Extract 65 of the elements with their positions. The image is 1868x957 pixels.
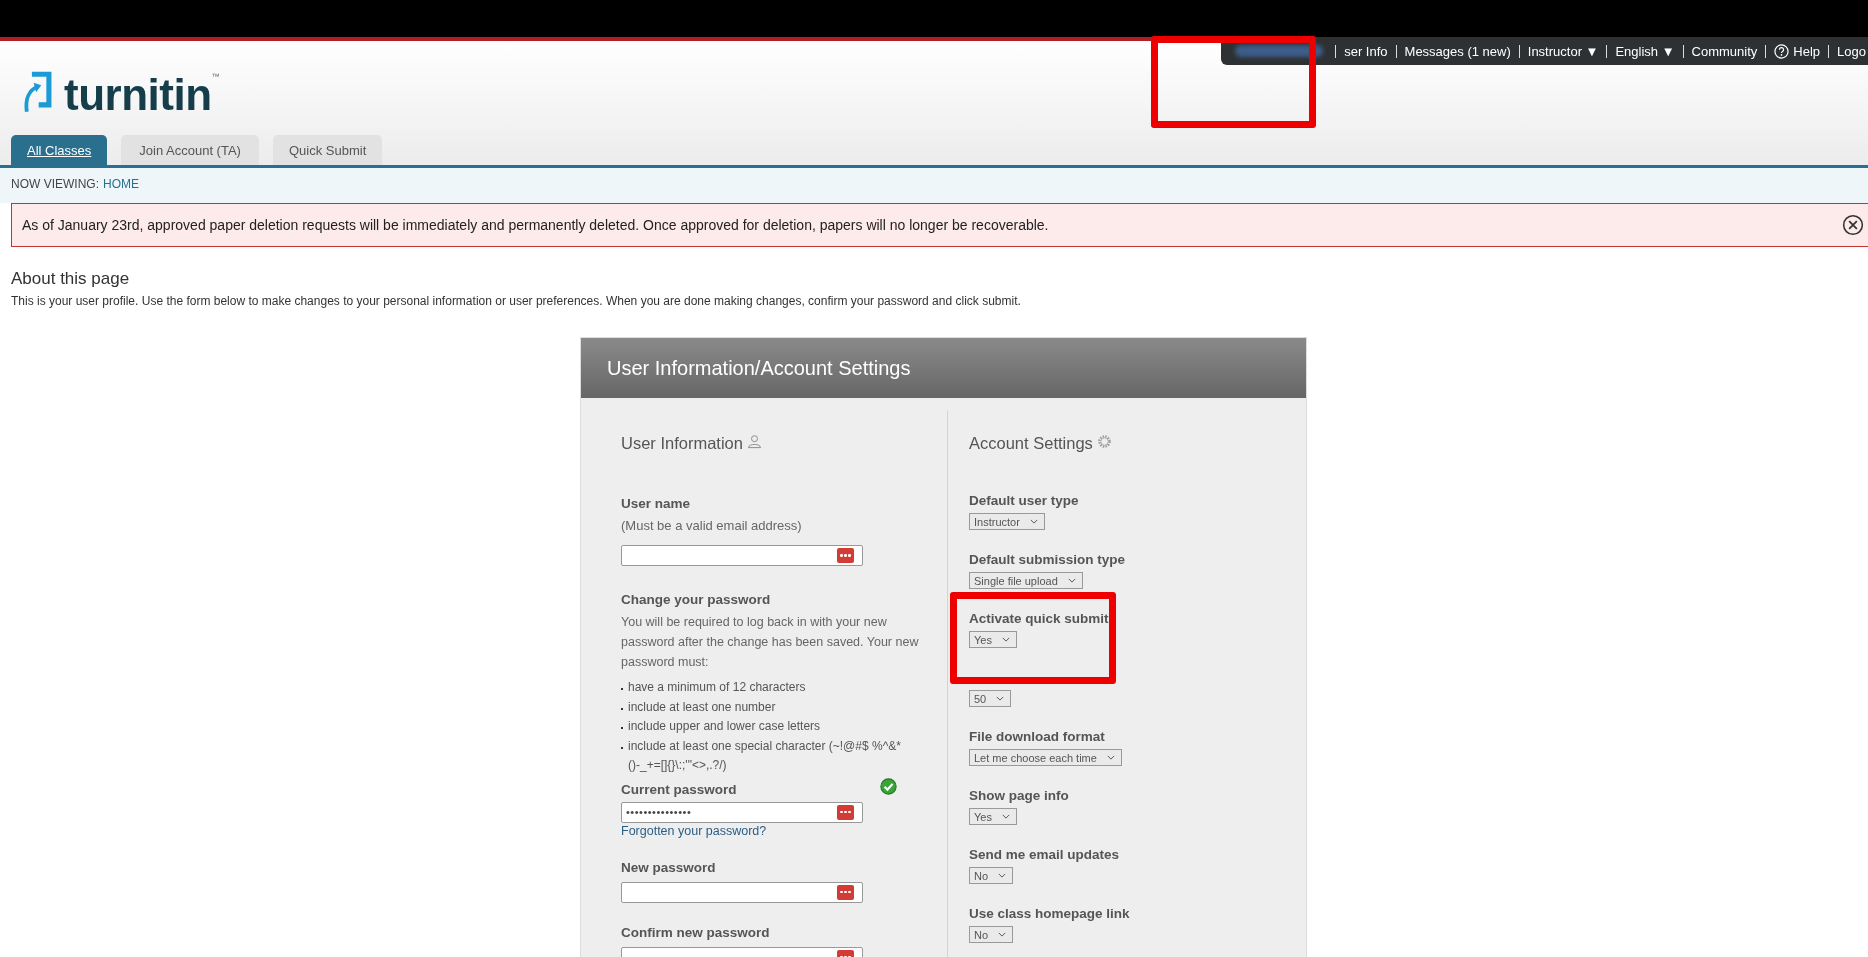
requirement-item: include upper and lower case letters [628, 718, 821, 735]
chevron-down-icon [1001, 637, 1010, 642]
column-heading: User Information [621, 434, 743, 453]
chevron-down-icon [1029, 519, 1038, 524]
gear-icon [1096, 434, 1112, 449]
field-label: Current password [621, 781, 737, 799]
subheading: Change your password [621, 592, 772, 609]
dropdown-select[interactable]: No [969, 867, 1014, 884]
setting-label: Activate quick submit [969, 611, 1110, 628]
description-text: This is your user profile. Use the form below to make changes to your personal information or user preferences. When you are done making changes, confirm your password and click submit. [11, 294, 1022, 308]
chevron-down-icon [998, 873, 1007, 878]
help-icon [1774, 43, 1790, 59]
requirement-item: include at least one special character (~!@#$ %^&*()-_+=[]{}\:;'"<>,.?/) [628, 737, 902, 774]
tab[interactable]: Quick Submit [272, 135, 383, 165]
tab[interactable]: All Classes [11, 135, 108, 165]
password-instructions: You will be required to log back in with your new password after the change has been saved. Your new password must: [621, 614, 920, 671]
setting-label: Default submission type [969, 552, 1127, 569]
section-heading: About this page [11, 269, 131, 289]
help-link[interactable]: Help [1774, 43, 1821, 59]
trademark-sign: ™ [211, 72, 220, 81]
chevron-down-icon [1067, 578, 1076, 583]
alert-message: As of January 23rd, approved paper deletion requests will be immediately and permanently deleted. Once approved for deletion, papers will no longer be recoverable. [22, 217, 1049, 233]
setting-label: Use class homepage link [969, 906, 1130, 923]
logo-wordmark: turnitin [64, 73, 212, 117]
setting-label: Send me email updates [969, 847, 1121, 864]
password-input[interactable] [621, 881, 863, 903]
now-viewing-label: NOW VIEWING: [11, 177, 99, 193]
field-label: New password [621, 859, 717, 877]
password-manager-icon[interactable] [837, 548, 854, 563]
chevron-down-icon [998, 932, 1007, 937]
dropdown-select[interactable]: Let me choose each time [969, 749, 1122, 766]
chevron-down-icon [996, 696, 1005, 701]
nav-link[interactable]: Logo [1837, 43, 1866, 59]
password-manager-icon[interactable] [837, 804, 854, 820]
breadcrumb-link[interactable]: HOME [103, 177, 139, 196]
nav-link[interactable]: Messages (1 new) [1404, 43, 1511, 59]
dropdown-select[interactable]: No [969, 926, 1014, 943]
dropdown-select[interactable]: Yes [969, 808, 1017, 825]
password-manager-icon[interactable] [837, 884, 854, 900]
dropdown-select[interactable]: Single file upload [969, 572, 1083, 589]
dropdown-select[interactable]: 50 [969, 690, 1012, 707]
forgot-password-link[interactable]: Forgotten your password? [621, 823, 947, 838]
field-label: Confirm new password [621, 924, 771, 942]
nav-link[interactable]: ser Info [1344, 43, 1388, 59]
chevron-down-icon [1001, 814, 1010, 819]
chevron-down-icon [1106, 755, 1115, 760]
column-heading: Account Settings [969, 434, 1093, 453]
panel-title: User Information/Account Settings [607, 356, 911, 380]
dropdown-select[interactable]: Instructor [969, 513, 1045, 530]
close-icon[interactable] [1842, 214, 1864, 236]
setting-label: Show page info [969, 788, 1070, 805]
dropdown-select[interactable]: Yes [969, 631, 1017, 648]
setting-label: File download format [969, 729, 1106, 746]
nav-dropdown[interactable]: Instructor ▼ [1527, 43, 1599, 59]
setting-label: Default user type [969, 493, 1080, 510]
requirement-item: have a minimum of 12 characters [628, 679, 806, 696]
field-label: User name [621, 496, 692, 513]
user-icon [746, 434, 762, 449]
password-input[interactable]: ••••••••••••••• [621, 801, 863, 823]
nav-dropdown[interactable]: English ▼ [1615, 43, 1675, 59]
tab[interactable]: Join Account (TA) [121, 135, 259, 165]
nav-link[interactable]: Community [1691, 43, 1758, 59]
username-input[interactable] [621, 545, 863, 566]
field-hint: (Must be a valid email address) [621, 518, 803, 533]
requirement-item: include at least one number [628, 698, 776, 716]
